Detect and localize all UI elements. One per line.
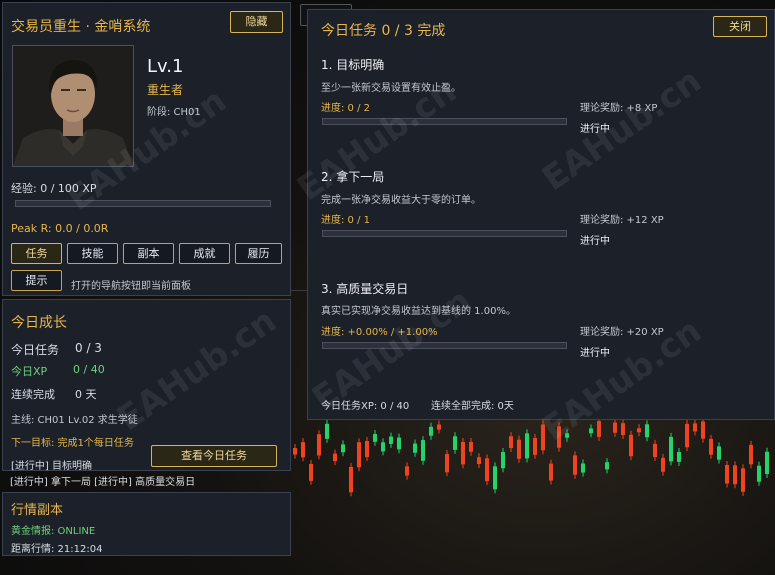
candle-body [581,463,585,473]
hide-button[interactable]: 隐藏 [230,11,283,33]
candle-body [405,466,409,476]
nav-button-tasks[interactable]: 任务 [11,243,62,264]
nav-button-skills[interactable]: 技能 [67,243,118,264]
level-label: Lv.1 [147,56,184,77]
candle-body [645,424,649,438]
candle-body [525,433,529,459]
footer-streak: 连续全部完成: 0天 [431,401,514,412]
candle-body [549,463,553,481]
candle-body [437,424,441,430]
candle-body [509,436,513,449]
growth-title: 今日成长 [11,315,67,331]
nav-button-dungeon[interactable]: 副本 [123,243,174,264]
candle-body [365,440,369,458]
nav-button-achievements[interactable]: 成就 [179,243,230,264]
candle-body [453,436,457,450]
candle-body [661,457,665,472]
streak-value: 0 天 [75,388,97,401]
candle-body [381,442,385,452]
xp-label: 今日XP [11,365,48,378]
candle-body [757,465,761,482]
candle-body [309,463,313,481]
task-reward: 理论奖励: +12 XP [580,215,664,226]
candle-body [397,437,401,450]
candle-body [501,452,505,469]
close-button[interactable]: 关闭 [713,16,767,37]
candle-body [293,448,297,455]
nav-button-history[interactable]: 履历 [235,243,282,264]
view-tasks-button[interactable]: 查看今日任务 [151,445,277,467]
candle-body [693,423,697,432]
task-status: 进行中 [580,236,610,247]
candle-body [477,457,481,465]
task-progress: 进度: 0 / 1 [321,215,370,226]
market-countdown: 距离行情: 21:12:04 [11,544,103,555]
candle-body [685,423,689,448]
candle-body [613,422,617,433]
market-panel: 行情副本 黄金情报: ONLINE 距离行情: 21:12:04 [2,492,291,556]
task-progress-bar [322,230,567,237]
streak-label: 连续完成 [11,388,55,401]
candle-body [733,465,737,485]
next-goal-text: 下一目标: 完成1个每日任务 [11,438,134,449]
candle-body [669,436,673,462]
candle-body [621,423,625,436]
candle-body [493,466,497,490]
candle-body [573,455,577,475]
candle-body [517,439,521,459]
task-status: 进行中 [580,348,610,359]
tasks-label: 今日任务 [11,343,60,357]
candle-body [357,442,361,468]
candle-body [485,458,489,482]
candle-body [413,443,417,453]
market-title: 行情副本 [11,503,64,518]
candle-body [317,434,321,456]
candle-body [637,428,641,433]
status-line-1: [进行中] 目标明确 [11,461,92,472]
candle-body [725,464,729,484]
candle-body [749,444,753,465]
gold-intel-status: 黄金情报: ONLINE [11,526,96,537]
task-desc: 完成一张净交易收益大于零的订单。 [321,195,481,206]
candle-body [461,441,465,465]
candle-body [373,434,377,442]
candle-body [341,444,345,453]
class-label: 重生者 [147,83,184,97]
candle-body [325,423,329,439]
status-line-2: [进行中] 拿下一局 [进行中] 高质量交易日 [10,477,196,488]
candle-body [301,442,305,458]
candle-body [701,421,705,439]
task-panel-title: 今日任务 0 / 3 完成 [321,23,446,39]
tip-button[interactable]: 提示 [11,270,62,291]
tip-text: 打开的导航按钮即当前面板 [71,281,191,292]
panel-title: 交易员重生 · 金哨系统 [11,19,151,35]
tasks-value: 0 / 3 [75,341,102,355]
candle-body [765,451,769,475]
task-progress: 进度: 0 / 2 [321,103,370,114]
candle-body [333,453,337,462]
candle-body [677,451,681,462]
candle-body [349,466,353,493]
task-name: 3. 高质量交易日 [321,282,409,296]
candle-body [629,434,633,457]
candle-body [421,440,425,461]
candle-body [429,426,433,436]
candle-body [717,446,721,460]
xp-value: 0 / 40 [73,363,105,376]
candle-body [533,437,537,455]
candle-body [605,462,609,470]
candle-body [389,436,393,444]
candle-body [741,468,745,492]
task-progress-bar [322,118,567,125]
candle-body [653,443,657,458]
peak-r-label: Peak R: 0.0 / 0.0R [11,222,109,235]
candle-body [597,421,601,437]
candle-body [589,428,593,434]
candle-body [709,438,713,455]
task-name: 1. 目标明确 [321,58,385,72]
exp-bar [15,200,271,207]
candle-body [469,441,473,452]
candle-body [445,454,449,473]
